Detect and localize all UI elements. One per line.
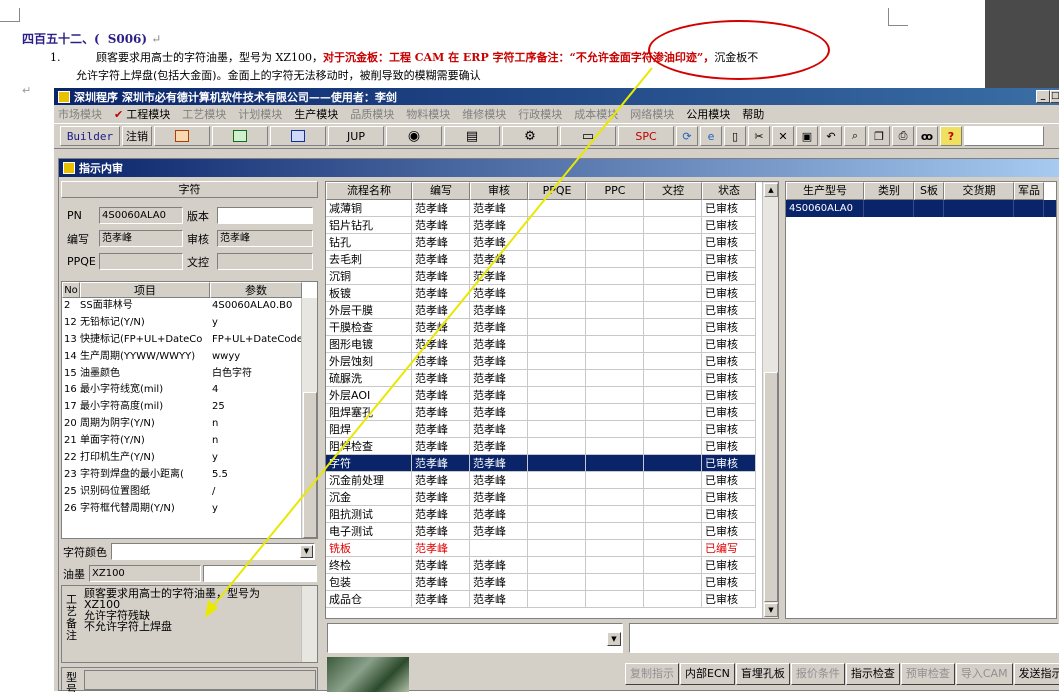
arrow-line [209,67,653,611]
annotation-arrow [205,67,653,618]
